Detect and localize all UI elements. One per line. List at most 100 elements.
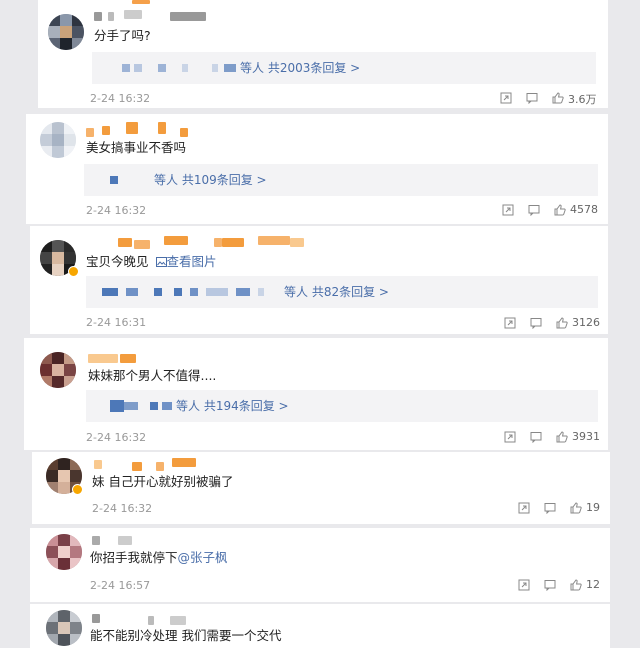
comment-time: 2-24 16:57 [90,579,151,592]
reply-summary-box[interactable]: 等人 共194条回复 > [86,390,598,422]
comment-text: 妹妹那个男人不值得.... [88,368,217,383]
comment-icon[interactable] [530,317,542,329]
verified-badge [72,484,83,495]
username-blurred [170,12,206,21]
reply-summary-box[interactable]: 等人 共109条回复 > [84,164,598,196]
thumbs-up-icon[interactable] [552,92,564,104]
reply-user-blurred [236,288,250,296]
reply-user-blurred [134,64,142,72]
reply-summary-box[interactable]: 等人 共2003条回复 > [92,52,596,84]
username-blurred[interactable] [94,460,102,469]
comment-card: 美女搞事业不香吗 等人 共109条回复 > 2-24 16:32 4578 [26,114,608,224]
reply-user-blurred [124,402,138,410]
username-blurred [180,128,188,137]
thumbs-up-icon[interactable] [570,502,582,514]
reply-count-link[interactable]: 等人 共82条回复 > [284,285,389,299]
share-icon[interactable] [502,204,514,216]
username-blurred[interactable] [94,12,102,21]
reply-user-blurred [110,176,118,184]
comment-text: 你招手我就停下@张子枫 [90,550,228,566]
username-blurred [258,236,290,245]
reply-count-link[interactable]: 等人 共109条回复 > [154,173,267,187]
comment-card: 妹 自己开心就好别被骗了 2-24 16:32 19 [32,452,610,524]
avatar[interactable] [48,14,84,50]
like-count: 4578 [570,203,598,216]
comment-time: 2-24 16:32 [92,502,153,515]
like-count: 12 [586,578,600,591]
share-icon[interactable] [518,579,530,591]
thumbs-up-icon[interactable] [556,317,568,329]
share-icon[interactable] [504,431,516,443]
comment-text: 美女搞事业不香吗 [86,140,187,155]
avatar[interactable] [40,122,76,158]
comment-icon[interactable] [544,579,556,591]
mention-link[interactable]: @张子枫 [178,550,228,565]
view-image-link[interactable]: 查看图片 [153,254,217,269]
username-blurred [108,12,114,21]
username-blurred [222,238,244,247]
reply-user-blurred [158,64,166,72]
comment-time: 2-24 16:32 [86,431,147,444]
username-blurred[interactable] [86,128,94,137]
comment-icon[interactable] [528,204,540,216]
username-blurred[interactable] [92,614,100,623]
reply-user-blurred [190,288,198,296]
username-blurred [134,240,150,249]
comment-text: 宝贝今晚见 查看图片 [86,254,217,270]
username-blurred [290,238,304,247]
username-blurred [132,462,142,471]
comment-text-body: 宝贝今晚见 [86,254,149,269]
username-blurred [124,10,142,19]
comment-card: 宝贝今晚见 查看图片 等人 共82条回复 > 2-24 16:31 3126 [30,226,608,334]
thumbs-up-icon[interactable] [570,579,582,591]
reply-user-blurred [212,64,218,72]
thumbs-up-icon[interactable] [554,204,566,216]
comment-time: 2-24 16:32 [90,92,151,105]
reply-user-blurred [126,288,138,296]
username-blurred[interactable] [118,238,132,247]
reply-user-blurred [122,64,130,72]
like-count: 3931 [572,430,600,443]
image-icon [155,257,167,267]
avatar[interactable] [40,352,76,388]
comment-card: 你招手我就停下@张子枫 2-24 16:57 12 [30,528,610,602]
username-blurred [148,616,154,625]
like-count: 3.6万 [568,93,597,106]
reply-user-blurred [150,402,158,410]
username-blurred[interactable] [92,536,100,545]
reply-user-blurred [258,288,264,296]
reply-summary-box[interactable]: 等人 共82条回复 > [86,276,598,308]
reply-count-link[interactable]: 等人 共2003条回复 > [240,61,360,75]
reply-user-blurred [182,64,188,72]
username-blurred [156,462,164,471]
reply-user-blurred [154,288,162,296]
comment-text: 分手了吗? [94,28,151,43]
avatar[interactable] [46,534,82,570]
avatar[interactable] [46,610,82,646]
comment-text-body: 你招手我就停下 [90,550,178,565]
share-icon[interactable] [504,317,516,329]
comment-icon[interactable] [530,431,542,443]
username-blurred [172,458,196,467]
like-count: 3126 [572,316,600,329]
comment-card: 分手了吗? 等人 共2003条回复 > 2-24 16:32 3.6万 [38,0,608,108]
username-blurred [170,616,186,625]
comment-icon[interactable] [544,502,556,514]
username-blurred [102,126,110,135]
reply-count-link[interactable]: 等人 共194条回复 > [176,399,289,413]
username-blurred [158,122,166,134]
reply-user-blurred [162,402,172,410]
reply-user-blurred [224,64,236,72]
thumbs-up-icon[interactable] [556,431,568,443]
comment-text: 能不能别冷处理 我们需要一个交代 [90,628,282,643]
share-icon[interactable] [518,502,530,514]
comment-text: 妹 自己开心就好别被骗了 [92,474,234,489]
username-blurred[interactable] [88,354,118,363]
username-blurred [118,536,132,545]
comment-card: 能不能别冷处理 我们需要一个交代 [30,604,610,648]
view-image-label: 查看图片 [166,254,217,269]
reply-user-blurred [102,288,118,296]
username-blurred [126,122,138,134]
share-icon[interactable] [500,92,512,104]
comment-icon[interactable] [526,92,538,104]
